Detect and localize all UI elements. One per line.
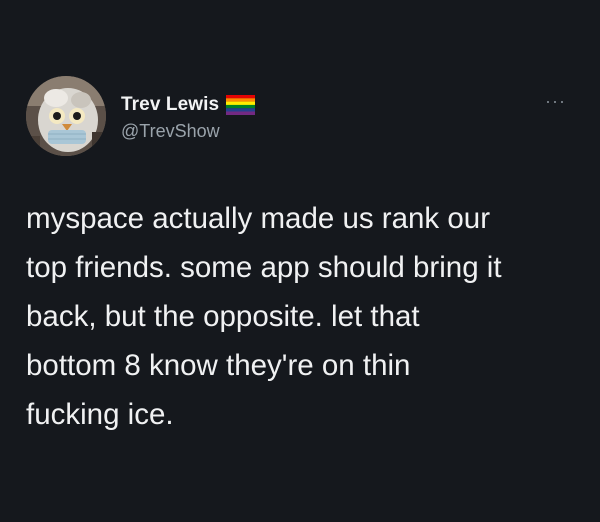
tweet-text-line: bottom 8 know they're on thin xyxy=(26,349,411,382)
display-name[interactable]: Trev Lewis xyxy=(121,94,219,116)
pride-flag-icon xyxy=(226,95,256,115)
furby-avatar-icon xyxy=(26,76,106,156)
tweet-text-line: fucking ice. xyxy=(26,398,174,431)
user-handle[interactable]: @TrevShow xyxy=(121,121,220,142)
tweet-text-line: top friends. some app should bring it xyxy=(26,251,502,284)
author-name-row: Trev Lewis xyxy=(121,92,256,118)
tweet-text-line: myspace actually made us rank our xyxy=(26,202,491,235)
tweet-card: Trev Lewis @TrevShow ··· myspace actuall… xyxy=(0,0,600,522)
more-options-icon[interactable]: ··· xyxy=(545,92,566,110)
tweet-text-line: back, but the opposite. let that xyxy=(26,300,420,333)
avatar[interactable] xyxy=(26,76,106,156)
tweet-text: myspace actually made us rank our top fr… xyxy=(26,194,586,439)
